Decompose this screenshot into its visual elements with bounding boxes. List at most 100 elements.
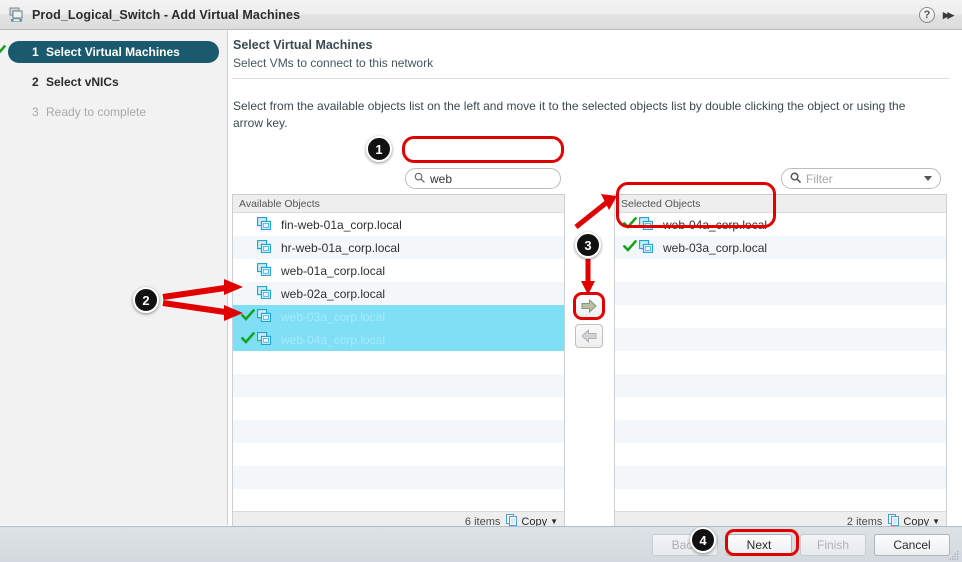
- check-icon: [623, 240, 637, 252]
- filter-input[interactable]: [806, 171, 918, 186]
- wizard-step-3: 3 Ready to complete: [8, 101, 219, 123]
- list-item-empty: [233, 466, 564, 489]
- list-item-empty: [615, 259, 946, 282]
- list-item-empty: [615, 305, 946, 328]
- list-item-empty: [233, 397, 564, 420]
- main-content: Select Virtual Machines Select VMs to co…: [229, 30, 962, 532]
- finish-button: Finish: [800, 534, 866, 556]
- virtual-machine-icon: [257, 332, 277, 347]
- wizard-step-3-number: 3: [32, 105, 39, 119]
- list-item[interactable]: hr-web-01a_corp.local: [233, 236, 564, 259]
- annotation-badge-2: 2: [133, 287, 159, 313]
- resize-grip-icon[interactable]: [949, 550, 959, 560]
- virtual-machine-icon: [639, 217, 659, 232]
- filter-input-wrapper[interactable]: [781, 168, 941, 189]
- chevron-down-icon: ▼: [932, 517, 940, 526]
- chevron-double-right-icon[interactable]: ▸▸: [943, 7, 956, 23]
- virtual-machine-icon: [639, 240, 659, 255]
- list-item-empty: [615, 374, 946, 397]
- chevron-down-icon: ▼: [550, 517, 558, 526]
- check-icon: [241, 332, 255, 344]
- wizard-step-1-number: 1: [32, 45, 39, 59]
- virtual-machine-icon: [257, 309, 277, 324]
- list-item-empty: [233, 374, 564, 397]
- search-icon: [414, 172, 425, 186]
- list-item[interactable]: web-02a_corp.local: [233, 282, 564, 305]
- list-item-empty: [615, 328, 946, 351]
- search-icon: [790, 172, 801, 186]
- list-item-label: fin-web-01a_corp.local: [281, 217, 402, 232]
- available-objects-header: Available Objects: [233, 195, 564, 213]
- virtual-machine-icon: [257, 240, 277, 255]
- virtual-machine-icon: [257, 217, 277, 232]
- list-item[interactable]: web-04a_corp.local: [615, 213, 946, 236]
- virtual-machine-icon: [257, 309, 271, 322]
- virtual-machine-icon: [257, 332, 271, 345]
- virtual-machines-icon: [7, 6, 25, 24]
- check-icon: [241, 309, 255, 321]
- search-input[interactable]: [430, 171, 548, 186]
- wizard-step-rail: 1 Select Virtual Machines 2 Select vNICs…: [0, 30, 228, 525]
- virtual-machine-icon: [639, 217, 653, 230]
- selected-objects-panel: Selected Objects web-04a_corp.local web-0…: [614, 194, 947, 532]
- next-button[interactable]: Next: [726, 534, 792, 556]
- annotation-badge-4: 4: [690, 527, 716, 553]
- wizard-step-3-label: Ready to complete: [46, 105, 147, 119]
- list-item[interactable]: web-01a_corp.local: [233, 259, 564, 282]
- instructions-text: Select from the available objects list o…: [233, 99, 906, 130]
- row-check: [623, 216, 639, 233]
- list-item-empty: [233, 420, 564, 443]
- row-check: [241, 331, 257, 348]
- wizard-step-2[interactable]: 2 Select vNICs: [8, 71, 219, 93]
- annotation-badge-3: 3: [575, 232, 601, 258]
- annotation-badge-1: 1: [366, 136, 392, 162]
- list-item-empty: [615, 420, 946, 443]
- help-icon[interactable]: ?: [918, 7, 935, 23]
- add-arrow-button[interactable]: [575, 294, 603, 318]
- virtual-machine-icon: [257, 286, 271, 299]
- list-item-label: web-02a_corp.local: [281, 286, 386, 301]
- page-title: Select Virtual Machines: [233, 38, 373, 52]
- selected-objects-rows[interactable]: web-04a_corp.local web-03a_corp.local: [615, 213, 946, 510]
- list-item-label: web-04a_corp.local: [281, 332, 386, 347]
- arrow-right-icon: [581, 299, 597, 313]
- dialog-footer: Back Next Finish Cancel: [0, 526, 962, 562]
- virtual-machine-icon: [257, 263, 277, 278]
- list-item[interactable]: web-03a_corp.local: [615, 236, 946, 259]
- chevron-down-icon[interactable]: [924, 176, 932, 181]
- row-check: [623, 239, 639, 256]
- wizard-step-2-number: 2: [32, 75, 39, 89]
- header-divider: [232, 78, 949, 79]
- list-item-empty: [233, 489, 564, 510]
- list-item-empty: [615, 466, 946, 489]
- arrow-left-icon: [581, 329, 597, 343]
- virtual-machine-icon: [257, 286, 277, 301]
- list-item-empty: [615, 397, 946, 420]
- check-icon: [623, 217, 637, 229]
- add-virtual-machines-dialog: Prod_Logical_Switch - Add Virtual Machin…: [0, 0, 962, 562]
- remove-arrow-button[interactable]: [575, 324, 603, 348]
- list-item-empty: [615, 351, 946, 374]
- virtual-machine-icon: [257, 263, 271, 276]
- window-title: Prod_Logical_Switch - Add Virtual Machin…: [32, 7, 301, 22]
- list-item[interactable]: web-04a_corp.local: [233, 328, 564, 351]
- virtual-machine-icon: [257, 217, 271, 230]
- list-item-empty: [233, 443, 564, 466]
- list-item-empty: [615, 489, 946, 510]
- list-item-empty: [233, 351, 564, 374]
- list-item[interactable]: fin-web-01a_corp.local: [233, 213, 564, 236]
- virtual-machine-icon: [257, 240, 271, 253]
- available-objects-rows[interactable]: fin-web-01a_corp.local hr-web-01a_corp.lo…: [233, 213, 564, 510]
- list-item-label: web-01a_corp.local: [281, 263, 386, 278]
- virtual-machine-icon: [639, 240, 653, 253]
- wizard-step-1-label: Select Virtual Machines: [46, 45, 180, 59]
- wizard-step-1[interactable]: 1 Select Virtual Machines: [0, 41, 219, 63]
- list-item-label: web-04a_corp.local: [663, 217, 768, 232]
- list-item[interactable]: web-03a_corp.local: [233, 305, 564, 328]
- cancel-button[interactable]: Cancel: [874, 534, 950, 556]
- titlebar-controls: ? ▸▸: [918, 0, 956, 30]
- list-item-label: hr-web-01a_corp.local: [281, 240, 400, 255]
- search-input-wrapper[interactable]: [405, 168, 561, 189]
- list-item-empty: [615, 443, 946, 466]
- list-item-label: web-03a_corp.local: [663, 240, 768, 255]
